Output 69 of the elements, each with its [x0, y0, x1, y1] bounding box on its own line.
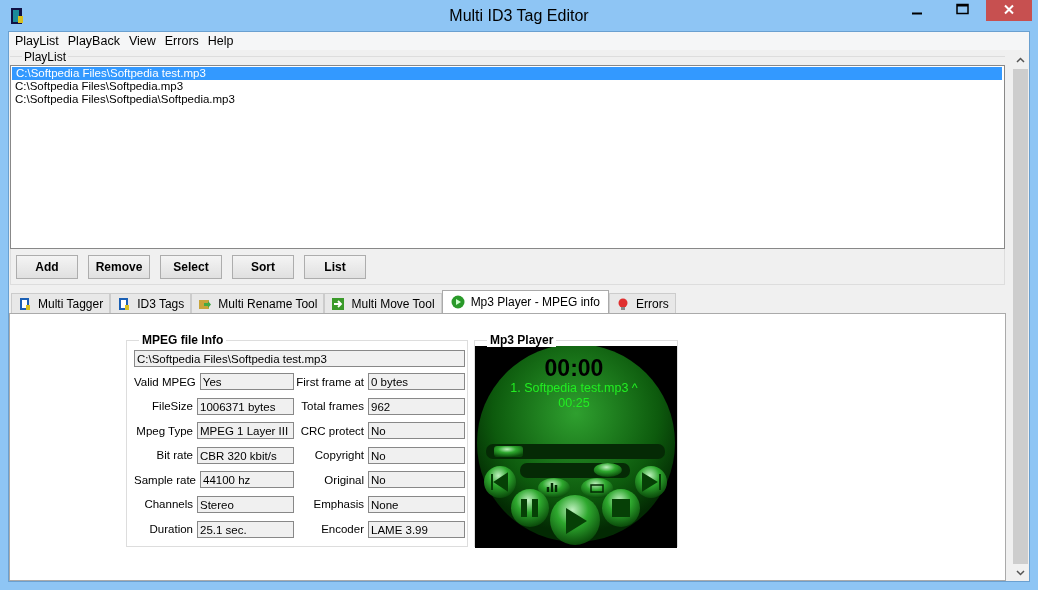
pause-button[interactable]	[511, 489, 549, 527]
tab[interactable]: Mp3 Player - MPEG info	[441, 290, 609, 313]
tab[interactable]: Errors	[609, 293, 676, 313]
field-label: CRC protect	[300, 424, 364, 437]
value-field[interactable]: 0 bytes	[368, 373, 465, 390]
field-label: FileSize	[152, 400, 193, 413]
field-label: Valid MPEG	[134, 375, 196, 388]
playlist-button[interactable]: Remove	[88, 255, 150, 279]
menu-item[interactable]: PlayList	[15, 34, 66, 48]
value-field[interactable]: 25.1 sec.	[197, 520, 294, 538]
field-label: Emphasis	[313, 498, 364, 511]
group-label: Mp3 Player	[487, 333, 557, 347]
value-field[interactable]: MPEG 1 Layer III	[197, 422, 294, 440]
playlist-button[interactable]: Sort	[232, 255, 294, 279]
playlist-button[interactable]: Select	[160, 255, 222, 279]
value-field[interactable]: No	[368, 471, 465, 489]
value-field[interactable]: 1006371 bytes	[197, 397, 294, 415]
field-label: Total frames	[301, 400, 364, 413]
stop-button[interactable]	[602, 489, 640, 527]
field-label: Copyright	[314, 449, 364, 462]
elapsed-time: 00:00	[544, 355, 604, 381]
progress-slider[interactable]	[486, 444, 665, 459]
tab[interactable]: ID3 Tags	[110, 293, 192, 313]
value-field[interactable]: LAME 3.99	[368, 520, 465, 538]
menu-item[interactable]: Errors	[164, 34, 206, 48]
app-icon	[10, 6, 24, 25]
field-label: Mpeg Type	[136, 424, 193, 437]
value-field[interactable]: 44100 hz	[200, 471, 294, 489]
field-label: Original	[324, 473, 364, 486]
value-field[interactable]: 962	[368, 397, 465, 415]
playlist-item[interactable]: C:\Softpedia Files\Softpedia\Softpedia.mp3	[11, 93, 1004, 106]
playlist-button[interactable]: List	[304, 255, 366, 279]
balance-slider[interactable]	[520, 463, 630, 478]
tab[interactable]: Multi Move Tool	[324, 293, 442, 313]
value-field[interactable]: No	[368, 422, 465, 440]
previous-button[interactable]	[484, 466, 516, 498]
track-length: 00:25	[558, 396, 590, 410]
arrow-icon	[331, 296, 346, 311]
value-field[interactable]: None	[368, 495, 465, 513]
playlist-item[interactable]: C:\Softpedia Files\Softpedia.mp3	[11, 80, 1004, 93]
value-field[interactable]: CBR 320 kbit/s	[197, 446, 294, 464]
equalizer-button[interactable]	[538, 478, 570, 498]
group-label: MPEG file Info	[139, 333, 227, 347]
field-label: Duration	[149, 523, 193, 536]
play-circle-icon	[450, 295, 465, 309]
group-label: PlayList	[22, 50, 69, 64]
track-title: 1. Softpedia test.mp3 ^	[510, 381, 638, 395]
menu-item[interactable]: Help	[207, 34, 241, 48]
field-label: Channels	[144, 498, 193, 511]
window-title: Multi ID3 Tag Editor	[449, 6, 589, 25]
document-icon	[18, 296, 32, 311]
next-button[interactable]	[635, 466, 667, 498]
menu-item[interactable]: PlayBack	[67, 34, 127, 48]
value-field[interactable]: Stereo	[197, 495, 294, 513]
field-label: Bit rate	[156, 449, 193, 462]
tab[interactable]: Multi Tagger	[11, 293, 111, 313]
document-icon	[117, 296, 132, 311]
menu-item[interactable]: View	[128, 34, 163, 48]
value-field[interactable]: No	[368, 446, 465, 464]
playlist-button[interactable]: Add	[16, 255, 78, 279]
play-button[interactable]	[550, 495, 600, 545]
path-field[interactable]: C:\Softpedia Files\Softpedia test.mp3	[134, 350, 465, 367]
tab[interactable]: Multi Rename Tool	[191, 293, 325, 313]
field-label: Encoder	[321, 523, 364, 536]
bulb-icon	[616, 296, 630, 311]
field-label: Sample rate	[134, 473, 196, 486]
field-label: First frame at	[296, 375, 364, 388]
value-field[interactable]: Yes	[199, 373, 294, 390]
close-button[interactable]	[986, 0, 1032, 21]
